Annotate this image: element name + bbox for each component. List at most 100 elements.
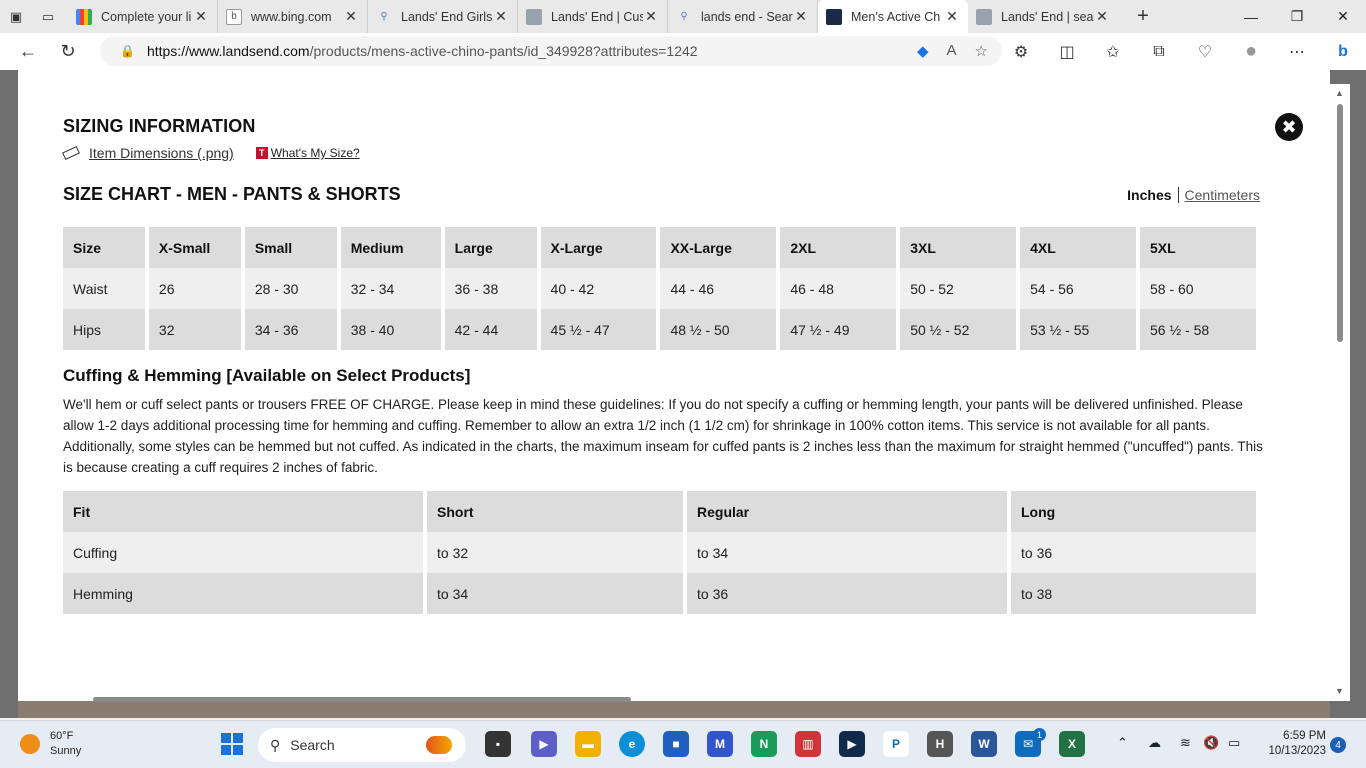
volume-muted-icon[interactable]: 🔇	[1203, 735, 1219, 751]
fit-table: Fit Short Regular Long Cuffing to 32 to 34 to 3…	[59, 491, 1260, 614]
split-screen-icon[interactable]: ◫	[1044, 42, 1090, 62]
search-label: Search	[290, 737, 335, 753]
close-tab-icon[interactable]: ✕	[944, 8, 960, 25]
page-viewport: ✖ SIZING INFORMATION Item Dimensions (.p…	[0, 70, 1366, 718]
close-tab-icon[interactable]: ✕	[493, 8, 509, 25]
notification-badge[interactable]: 4	[1330, 737, 1346, 753]
app-library-icon[interactable]: ▥	[795, 731, 821, 757]
file-explorer-icon[interactable]: ▬	[575, 731, 601, 757]
tab-actions-icon[interactable]: ▭	[32, 0, 64, 33]
edge-browser-icon[interactable]: e	[619, 731, 645, 757]
close-icon[interactable]: ✖	[1275, 113, 1303, 141]
microsoft-store-icon[interactable]: ■	[663, 731, 689, 757]
vertical-scrollbar[interactable]: ▲ ▼	[1330, 84, 1350, 701]
bing-chat-icon[interactable]: b	[1320, 43, 1366, 61]
close-tab-icon[interactable]: ✕	[793, 8, 809, 25]
back-icon[interactable]: ←	[12, 36, 44, 68]
weather-description: Sunny	[50, 745, 82, 757]
table-cell: 46 - 48	[780, 268, 897, 309]
system-clock[interactable]: 6:59 PM 10/13/2023	[1268, 729, 1326, 759]
favorites-icon[interactable]: ✩	[1090, 42, 1136, 62]
wifi-icon[interactable]: ≋	[1180, 735, 1191, 751]
tab-3[interactable]: Lands' End | Cus ✕	[518, 0, 668, 33]
taskbar-search[interactable]: ⚲ Search	[258, 728, 466, 762]
extensions-icon[interactable]: ⚙	[998, 42, 1044, 62]
lock-icon[interactable]: 🔒	[120, 44, 135, 58]
read-aloud-icon[interactable]: A	[947, 42, 957, 60]
unit-inches-button[interactable]: Inches	[1127, 187, 1179, 203]
truefit-badge-icon: T	[255, 147, 268, 159]
paypal-icon[interactable]: P	[883, 731, 909, 757]
table-cell: 34 - 36	[244, 309, 337, 350]
favorite-star-icon[interactable]: ☆	[975, 42, 988, 60]
horizontal-scrollbar-thumb[interactable]	[93, 697, 631, 702]
performance-icon[interactable]: ♡	[1182, 42, 1228, 62]
table-cell: 54 - 56	[1020, 268, 1136, 309]
landsend-icon	[826, 8, 842, 25]
more-menu-icon[interactable]: ⋯	[1274, 42, 1320, 62]
close-tab-icon[interactable]: ✕	[193, 8, 209, 25]
table-row: Cuffing to 32 to 34 to 36	[63, 532, 1256, 573]
profile-avatar[interactable]: ●	[1228, 40, 1274, 63]
word-icon[interactable]: W	[971, 731, 997, 757]
close-tab-icon[interactable]: ✕	[643, 8, 659, 25]
close-tab-icon[interactable]: ✕	[343, 8, 359, 25]
window-close-icon[interactable]: ✕	[1320, 0, 1366, 33]
table-cell: 28 - 30	[244, 268, 337, 309]
app-m-icon[interactable]: M	[707, 731, 733, 757]
tab-0[interactable]: Complete your li ✕	[68, 0, 218, 33]
battery-icon[interactable]: ▭	[1228, 735, 1240, 751]
sizing-modal: ✖ SIZING INFORMATION Item Dimensions (.p…	[18, 84, 1336, 701]
new-tab-icon[interactable]: +	[1128, 5, 1158, 28]
landsend-icon	[526, 8, 542, 25]
table-header-cell: 5XL	[1140, 227, 1256, 268]
tray-overflow-icon[interactable]: ⌃	[1117, 735, 1128, 751]
close-tab-icon[interactable]: ✕	[1094, 8, 1110, 25]
tab-2[interactable]: ⚲ Lands' End Girls ✕	[368, 0, 518, 33]
task-view-icon[interactable]: ▪	[485, 731, 511, 757]
clock-date: 10/13/2023	[1268, 745, 1326, 757]
table-header-row: Fit Short Regular Long	[63, 491, 1256, 532]
tab-4[interactable]: ⚲ lands end - Sear ✕	[668, 0, 818, 33]
refresh-icon[interactable]: ↻	[52, 36, 84, 68]
scrollbar-thumb[interactable]	[1337, 104, 1343, 342]
tab-5-active[interactable]: Men's Active Ch ✕	[818, 0, 968, 33]
item-dimensions-link[interactable]: Item Dimensions (.png)	[89, 145, 234, 161]
scroll-up-icon[interactable]: ▲	[1335, 88, 1344, 98]
table-cell: to 38	[1011, 573, 1256, 614]
restore-icon[interactable]: ❐	[1274, 0, 1320, 33]
workspaces-icon[interactable]: ▣	[0, 0, 32, 33]
search-icon: ⚲	[270, 736, 281, 753]
table-cell: to 32	[427, 532, 683, 573]
onedrive-cloud-icon[interactable]: ☁	[1148, 735, 1161, 751]
cuffing-title: Cuffing & Hemming [Available on Select P…	[63, 366, 471, 385]
table-row: Hemming to 34 to 36 to 38	[63, 573, 1256, 614]
windows-start-icon[interactable]	[221, 733, 243, 755]
table-cell: 36 - 38	[444, 268, 537, 309]
modal-title: SIZING INFORMATION	[63, 116, 256, 136]
collections-icon[interactable]: ⧉	[1136, 43, 1182, 61]
table-cell: 38 - 40	[340, 309, 441, 350]
table-cell: 48 ½ - 50	[660, 309, 777, 350]
app-h-icon[interactable]: H	[927, 731, 953, 757]
app-play-icon[interactable]: ▶	[839, 731, 865, 757]
coupon-tag-icon[interactable]: ◆	[917, 42, 929, 60]
excel-icon[interactable]: X	[1059, 731, 1085, 757]
table-cell: 44 - 46	[660, 268, 777, 309]
app-n-icon[interactable]: N	[751, 731, 777, 757]
weather-widget[interactable]: 60°F Sunny	[20, 729, 81, 759]
minimize-icon[interactable]: —	[1228, 0, 1274, 33]
search-icon: ⚲	[380, 11, 388, 22]
scroll-down-icon[interactable]: ▼	[1335, 686, 1344, 696]
table-header-cell: XX-Large	[660, 227, 777, 268]
table-header-row: Size X-Small Small Medium Large X-Large XX-Lar…	[63, 227, 1256, 268]
unit-centimeters-button[interactable]: Centimeters	[1179, 187, 1260, 203]
table-cell: 32	[148, 309, 241, 350]
teams-chat-icon[interactable]: ▶	[531, 731, 557, 757]
tab-6[interactable]: Lands' End | sea ✕	[968, 0, 1118, 33]
search-highlight-icon	[426, 736, 452, 754]
tab-1[interactable]: b www.bing.com ✕	[218, 0, 368, 33]
address-bar[interactable]: 🔒 https://www.landsend.com/products/mens…	[100, 36, 1002, 66]
table-cell: 45 ½ - 47	[540, 309, 657, 350]
whats-my-size-link[interactable]: What's My Size?	[271, 146, 360, 160]
